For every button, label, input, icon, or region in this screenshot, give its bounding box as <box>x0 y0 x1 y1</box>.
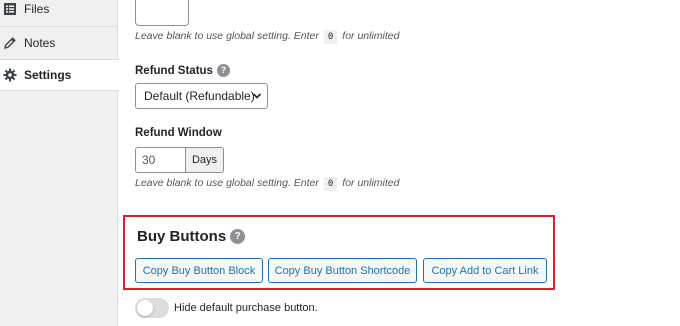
sidebar-item-label: Settings <box>24 68 72 82</box>
inline-code: 0 <box>323 177 338 191</box>
gear-icon <box>3 68 17 82</box>
sidebar-item-settings[interactable]: Settings <box>0 59 119 91</box>
copy-buy-button-shortcode-button[interactable]: Copy Buy Button Shortcode <box>268 258 417 283</box>
refund-status-select[interactable]: Default (Refundable) <box>135 83 268 109</box>
pencil-icon <box>4 37 16 49</box>
help-icon[interactable]: ? <box>230 229 246 244</box>
settings-panel: Leave blank to use global setting. Enter… <box>119 0 680 326</box>
download-limit-description: Leave blank to use global setting. Enter… <box>135 30 400 44</box>
sidebar-item-label: Files <box>24 2 50 16</box>
inline-code: 0 <box>323 30 338 44</box>
refund-window-group: 30 Days <box>135 147 224 173</box>
sidebar-item-files[interactable]: Files <box>0 0 118 25</box>
hide-purchase-label: Hide default purchase button. <box>174 302 318 314</box>
chevron-down-icon <box>252 93 262 99</box>
buy-buttons-highlight: Buy Buttons ? Copy Buy Button Block Copy… <box>123 215 555 290</box>
sidebar-item-notes[interactable]: Notes <box>0 27 118 59</box>
refund-status-label: Refund Status ? <box>135 64 230 77</box>
download-limit-input[interactable] <box>135 0 189 26</box>
toggle-knob <box>137 300 153 316</box>
sidebar: Files Notes Settings <box>0 0 119 326</box>
buy-buttons-title: Buy Buttons ? <box>137 228 246 245</box>
refund-window-input[interactable]: 30 <box>135 147 186 173</box>
refund-window-label: Refund Window <box>135 127 222 139</box>
sidebar-item-label: Notes <box>24 36 56 50</box>
help-icon[interactable]: ? <box>216 64 230 77</box>
copy-add-to-cart-link-button[interactable]: Copy Add to Cart Link <box>423 258 547 283</box>
hide-purchase-toggle[interactable] <box>135 298 169 318</box>
copy-buy-button-block-button[interactable]: Copy Buy Button Block <box>135 258 263 283</box>
days-addon: Days <box>186 147 224 173</box>
files-icon <box>4 3 16 15</box>
refund-window-description: Leave blank to use global setting. Enter… <box>135 177 400 191</box>
